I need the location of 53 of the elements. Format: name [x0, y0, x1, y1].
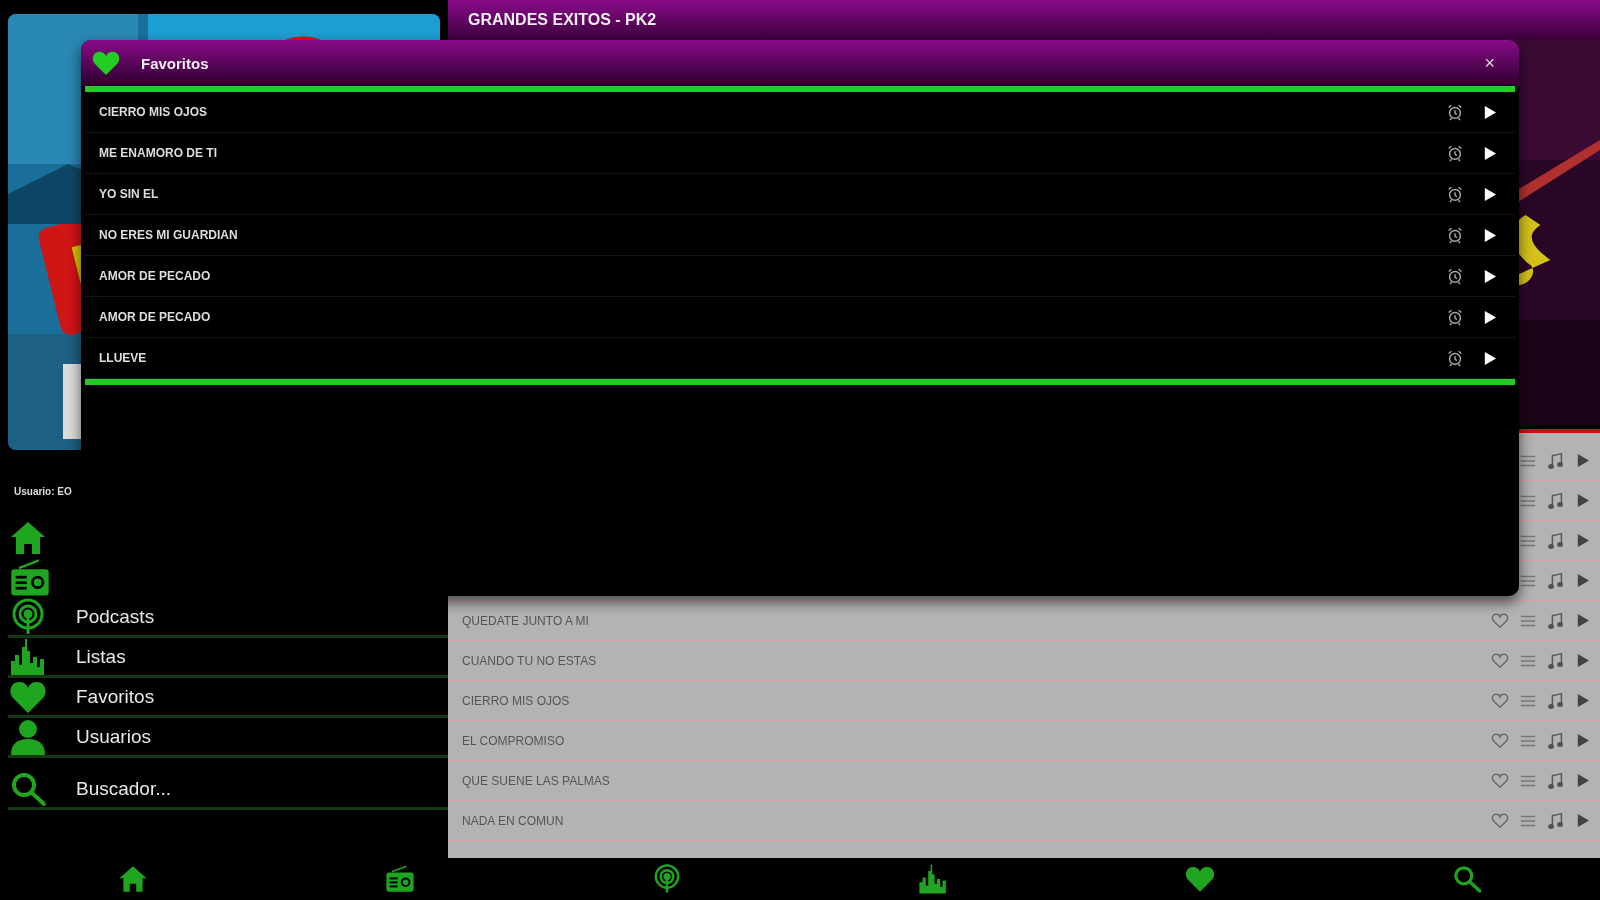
- nav-label[interactable]: Listas: [76, 645, 126, 668]
- music-note-icon[interactable]: [1547, 531, 1565, 550]
- music-note-icon[interactable]: [1547, 691, 1565, 710]
- heart-outline-icon[interactable]: [1491, 811, 1509, 830]
- heart-outline-icon[interactable]: [1491, 611, 1509, 630]
- song-title[interactable]: QUEDATE JUNTO A MI: [462, 613, 1491, 628]
- song-title[interactable]: CUANDO TU NO ESTAS: [462, 653, 1491, 668]
- song-title[interactable]: CIERRO MIS OJOS: [99, 105, 1428, 119]
- play-icon[interactable]: [1482, 309, 1497, 325]
- alarm-clock-icon[interactable]: [1446, 349, 1464, 367]
- heart-outline-icon[interactable]: [1491, 691, 1509, 710]
- song-title[interactable]: NADA EN COMUN: [462, 813, 1491, 828]
- heart-outline-icon[interactable]: [1491, 651, 1509, 670]
- music-note-icon[interactable]: [1547, 771, 1565, 790]
- song-title[interactable]: QUE SUENE LAS PALMAS: [462, 773, 1491, 788]
- play-icon[interactable]: [1482, 268, 1497, 284]
- alarm-clock-icon[interactable]: [1446, 185, 1464, 203]
- music-note-icon[interactable]: [1547, 491, 1565, 510]
- alarm-clock-icon[interactable]: [1446, 144, 1464, 162]
- nav-label[interactable]: Usuarios: [76, 725, 151, 748]
- song-title[interactable]: AMOR DE PECADO: [99, 269, 1428, 283]
- music-note-icon[interactable]: [1547, 811, 1565, 830]
- music-note-icon[interactable]: [1547, 611, 1565, 630]
- play-icon[interactable]: [1482, 227, 1497, 243]
- song-title[interactable]: NO ERES MI GUARDIAN: [99, 228, 1428, 242]
- radio-icon[interactable]: [384, 863, 416, 895]
- song-title[interactable]: CIERRO MIS OJOS: [462, 693, 1491, 708]
- song-title[interactable]: ME ENAMORO DE TI: [99, 146, 1428, 160]
- alarm-clock-icon[interactable]: [1446, 267, 1464, 285]
- play-icon[interactable]: [1482, 104, 1497, 120]
- music-note-icon[interactable]: [1547, 651, 1565, 670]
- song-title[interactable]: EL COMPROMISO: [462, 733, 1491, 748]
- music-note-icon[interactable]: [1547, 451, 1565, 470]
- playlist-title: GRANDES EXITOS - PK2: [468, 11, 657, 29]
- play-icon[interactable]: [1482, 145, 1497, 161]
- user-label: Usuario: EO: [14, 486, 72, 499]
- alarm-clock-icon[interactable]: [1446, 103, 1464, 121]
- song-title[interactable]: LLUEVE: [99, 351, 1428, 365]
- music-note-icon[interactable]: [1547, 571, 1565, 590]
- heart-outline-icon[interactable]: [1491, 731, 1509, 750]
- nav-label[interactable]: Podcasts: [76, 605, 155, 628]
- song-title[interactable]: AMOR DE PECADO: [99, 310, 1428, 324]
- alarm-clock-icon[interactable]: [1446, 226, 1464, 244]
- dialog-title: Favoritos: [141, 54, 210, 72]
- play-icon[interactable]: [1482, 186, 1497, 202]
- alarm-clock-icon[interactable]: [1446, 308, 1464, 326]
- play-icon[interactable]: [1482, 350, 1497, 366]
- song-title[interactable]: YO SIN EL: [99, 187, 1428, 201]
- nav-label[interactable]: Favoritos: [76, 685, 155, 708]
- nav-label[interactable]: Buscador...: [76, 777, 172, 800]
- close-button[interactable]: ×: [1480, 52, 1499, 74]
- heart-outline-icon[interactable]: [1491, 771, 1509, 790]
- music-note-icon[interactable]: [1547, 731, 1565, 750]
